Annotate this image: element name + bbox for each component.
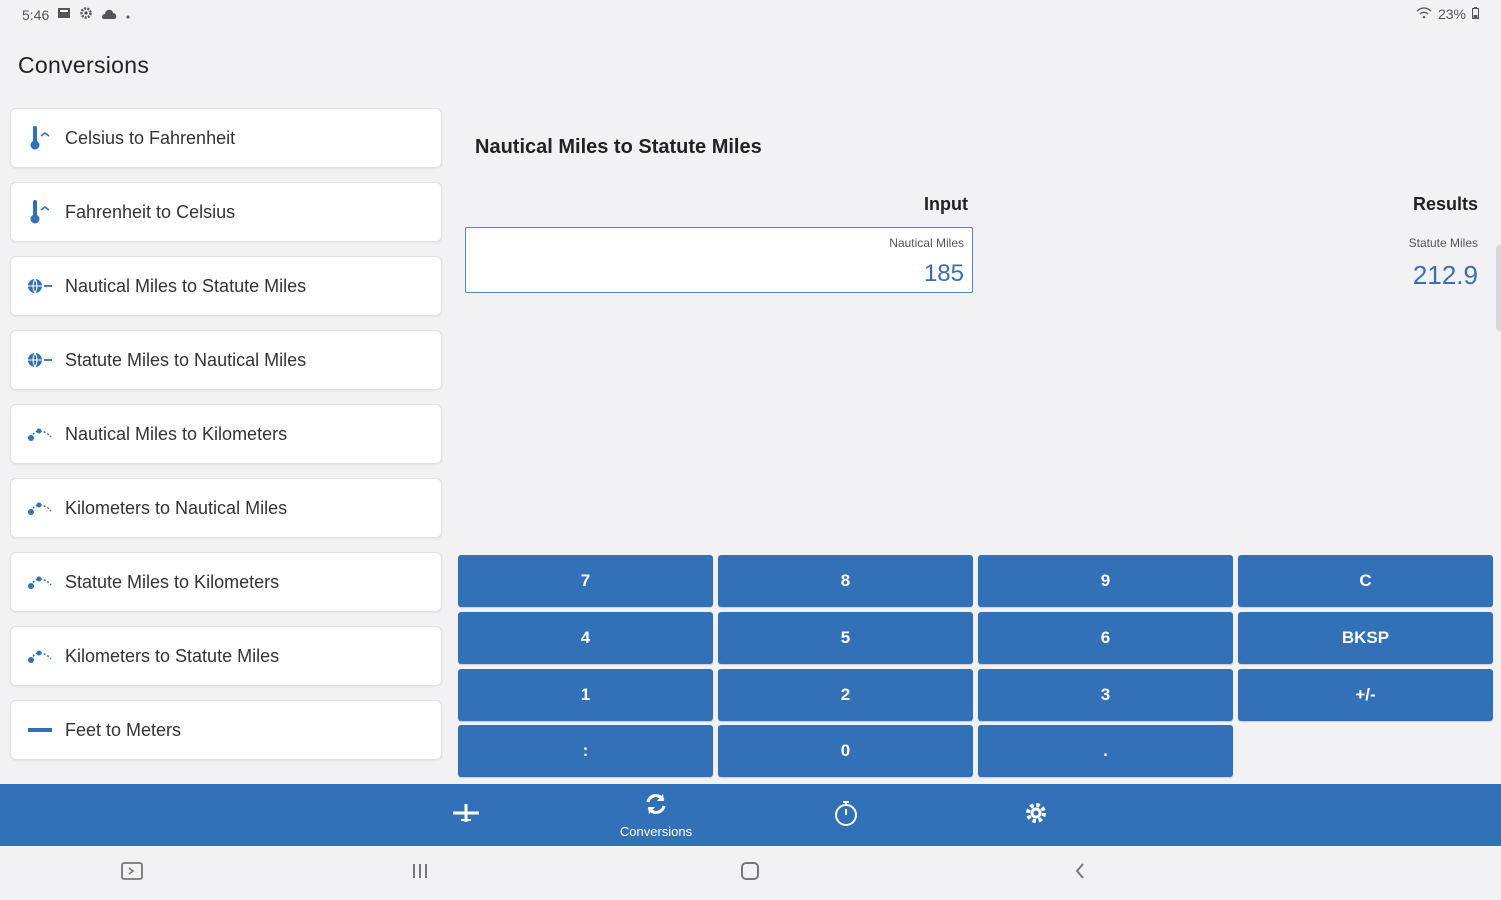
input-field[interactable]: Nautical Miles 185 [465,227,973,293]
key-1[interactable]: 1 [458,669,713,721]
key-4[interactable]: 4 [458,612,713,664]
system-navigation-bar [0,846,1501,900]
key-decimal[interactable]: . [978,725,1233,777]
bottom-navigation: Conversions [0,784,1501,846]
conversion-label: Nautical Miles to Statute Miles [65,275,307,296]
stopwatch-icon [832,799,860,832]
recent-apps-icon [409,862,431,885]
calculator-title: Nautical Miles to Statute Miles [475,136,762,158]
conversion-item-kilometers-to-statute[interactable]: Kilometers to Statute Miles [10,626,442,686]
battery-icon [1472,6,1479,22]
refresh-icon [643,791,669,822]
screenshot-button[interactable] [117,860,147,886]
screenshot-icon [120,861,144,886]
conversion-item-nautical-to-kilometers[interactable]: Nautical Miles to Kilometers [10,404,442,464]
conversion-item-fahrenheit-to-celsius[interactable]: Fahrenheit to Celsius [10,182,442,242]
recent-apps-button[interactable] [405,860,435,886]
conversion-item-nautical-to-statute[interactable]: Nautical Miles to Statute Miles [10,256,442,316]
backspace-button[interactable]: BKSP [1238,612,1493,664]
key-8[interactable]: 8 [718,555,973,607]
thermometer-icon [25,197,55,227]
conversion-label: Fahrenheit to Celsius [65,201,236,222]
conversion-label: Feet to Meters [65,719,182,740]
key-7[interactable]: 7 [458,555,713,607]
conversion-item-feet-to-meters[interactable]: Feet to Meters [10,700,442,760]
status-time: 5:46 [22,6,50,23]
globe-icon [25,345,55,375]
key-6[interactable]: 6 [978,612,1233,664]
conversion-label: Kilometers to Statute Miles [65,645,280,666]
nav-conversions-label: Conversions [619,824,693,839]
result-value: 212.9 [1412,260,1478,290]
nav-settings[interactable] [986,784,1086,846]
ruler-icon [25,715,55,745]
home-button[interactable] [735,860,765,886]
conversion-label: Kilometers to Nautical Miles [65,497,288,518]
key-5[interactable]: 5 [718,612,973,664]
scroll-indicator [1496,245,1501,331]
clear-button[interactable]: C [1238,555,1493,607]
conversion-item-statute-to-kilometers[interactable]: Statute Miles to Kilometers [10,552,442,612]
notification-icon [57,6,71,23]
thermometer-icon [25,123,55,153]
route-icon [25,493,55,523]
conversion-item-celsius-to-fahrenheit[interactable]: Celsius to Fahrenheit [10,108,442,168]
route-icon [25,567,55,597]
conversion-label: Celsius to Fahrenheit [65,127,236,148]
conversion-label: Statute Miles to Kilometers [65,571,280,592]
cloud-icon [101,7,117,23]
input-unit-label: Nautical Miles [889,236,964,250]
route-icon [25,641,55,671]
home-icon [740,861,760,886]
settings-status-icon [79,6,93,23]
nav-timer[interactable] [796,784,896,846]
results-heading: Results [1412,194,1478,214]
conversion-item-statute-to-nautical[interactable]: Statute Miles to Nautical Miles [10,330,442,390]
route-icon [25,419,55,449]
back-icon [1072,861,1088,886]
wifi-icon [1416,6,1432,22]
key-0[interactable]: 0 [718,725,973,777]
key-3[interactable]: 3 [978,669,1233,721]
nav-conversions[interactable]: Conversions [606,784,706,846]
input-heading: Input [924,194,968,214]
sign-toggle-button[interactable]: +/- [1238,669,1493,721]
dot-icon [125,7,131,23]
nav-flight[interactable] [416,784,516,846]
back-button[interactable] [1065,860,1095,886]
globe-icon [25,271,55,301]
input-value: 185 [923,260,964,287]
conversion-item-kilometers-to-nautical[interactable]: Kilometers to Nautical Miles [10,478,442,538]
key-9[interactable]: 9 [978,555,1233,607]
result-unit-label: Statute Miles [1408,236,1478,250]
airplane-icon [451,800,481,831]
key-2[interactable]: 2 [718,669,973,721]
conversion-label: Statute Miles to Nautical Miles [65,349,307,370]
page-title: Conversions [18,52,150,78]
keypad: 7 8 9 C 4 5 6 BKSP 1 2 3 +/- : 0 . [458,555,1494,778]
battery-percentage: 23% [1437,6,1466,22]
gear-icon [1023,800,1049,831]
key-colon[interactable]: : [458,725,713,777]
conversion-label: Nautical Miles to Kilometers [65,423,288,444]
status-bar: 5:46 23% [0,0,1501,30]
